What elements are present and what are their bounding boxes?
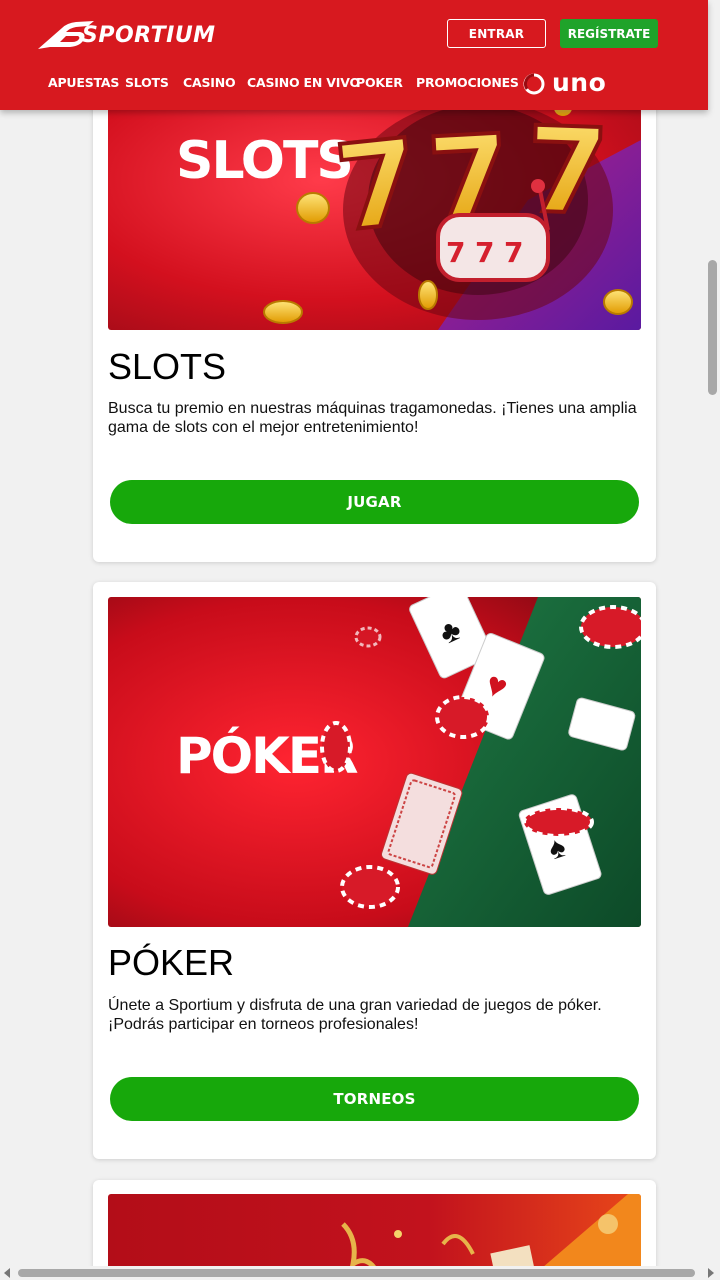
uno-text: uno [552, 67, 607, 97]
nav-item-casino-en-vivo[interactable]: CASINO EN VIVO [247, 75, 360, 90]
scroll-left-arrow-icon[interactable] [4, 1268, 10, 1278]
uno-ring-icon [523, 73, 545, 95]
vertical-scrollbar-thumb[interactable] [708, 260, 717, 395]
card-description: Busca tu premio en nuestras máquinas tra… [108, 400, 637, 436]
horizontal-scrollbar-thumb[interactable] [18, 1269, 695, 1277]
card-title: PÓKER [108, 942, 235, 983]
promo-card [93, 1180, 656, 1280]
register-button[interactable]: REGÍSTRATE [560, 19, 658, 48]
vertical-scrollbar[interactable] [708, 0, 720, 1266]
nav-item-apuestas[interactable]: APUESTAS [48, 75, 119, 90]
nav-item-casino[interactable]: CASINO [183, 75, 236, 90]
play-button[interactable]: JUGAR [110, 480, 639, 524]
svg-text:SLOTS: SLOTS [176, 131, 352, 191]
login-button[interactable]: ENTRAR [447, 19, 546, 48]
card-description: Únete a Sportium y disfruta de una gran … [108, 997, 602, 1033]
svg-text:7: 7 [475, 236, 494, 269]
poker-cards-chips-image: PÓKER ♣ ♥ ♠ [108, 597, 641, 927]
slots-banner[interactable]: SLOTS 7 7 7 777 [108, 80, 641, 330]
slots-card: SLOTS 7 7 7 777 SLOTS Busca tu premio en… [93, 80, 656, 562]
sportium-logo[interactable]: SPORTIUM [36, 16, 216, 52]
nav-item-poker[interactable]: POKER [356, 75, 403, 90]
scroll-right-arrow-icon[interactable] [708, 1268, 714, 1278]
nav-item-slots[interactable]: SLOTS [125, 75, 169, 90]
uno-logo[interactable]: uno [522, 67, 607, 98]
site-header: SPORTIUM ENTRAR REGÍSTRATE APUESTAS SLOT… [0, 0, 708, 110]
svg-text:7: 7 [446, 236, 465, 269]
brand-name: SPORTIUM [82, 22, 216, 48]
card-title: SLOTS [108, 346, 227, 387]
svg-text:7: 7 [504, 236, 523, 269]
poker-banner[interactable]: PÓKER ♣ ♥ ♠ [108, 597, 641, 927]
tournaments-button[interactable]: TORNEOS [110, 1077, 639, 1121]
main-nav: APUESTAS SLOTS CASINO CASINO EN VIVO POK… [0, 67, 708, 98]
nav-item-promociones[interactable]: PROMOCIONES [416, 75, 519, 90]
poker-card: PÓKER ♣ ♥ ♠ PÓKER Únete a Sportium y dis… [93, 582, 656, 1159]
svg-text:7: 7 [329, 112, 425, 258]
slot-machine-777-image: SLOTS 7 7 7 777 [108, 80, 641, 330]
